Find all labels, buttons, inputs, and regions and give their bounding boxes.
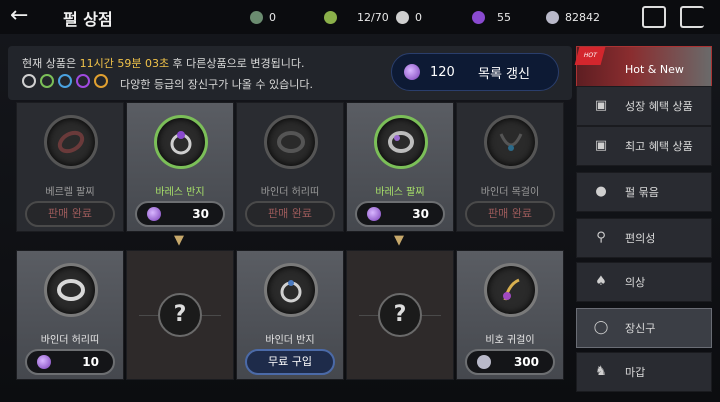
potion-icon: ⚲ bbox=[596, 230, 606, 245]
sidebar-item-horse-armor[interactable]: ♞ 마갑 bbox=[576, 352, 712, 392]
sidebar-item-pearls[interactable]: ● 펄 묶음 bbox=[576, 172, 712, 212]
purple-pearl-icon bbox=[367, 207, 381, 221]
item-card[interactable]: 바인더 반지 무료 구입 bbox=[236, 250, 344, 380]
item-card[interactable]: 바인더 허리띠 판매 완료 bbox=[236, 102, 344, 232]
sidebar-item-accessory[interactable]: ◯ 장신구 bbox=[576, 308, 712, 348]
silver-icon bbox=[546, 10, 559, 24]
item-name: 베르렐 팔찌 bbox=[45, 187, 95, 198]
item-name: 바레스 팔찌 bbox=[375, 187, 425, 198]
down-arrow-icon: ▼ bbox=[394, 233, 404, 248]
box-icon: ▣ bbox=[594, 138, 608, 153]
item-card[interactable]: 비호 귀걸이 300 bbox=[456, 250, 564, 380]
grade-ring-icon bbox=[58, 74, 72, 88]
belt-icon bbox=[44, 263, 98, 317]
grade-ring-icon bbox=[22, 74, 36, 88]
item-card[interactable]: 바인더 목걸이 판매 완료 bbox=[456, 102, 564, 232]
question-mark-icon: ? bbox=[158, 293, 202, 337]
costume-icon: ♠ bbox=[595, 274, 607, 289]
grade-notice-text: 다양한 등급의 장신구가 나올 수 있습니다. bbox=[120, 78, 314, 91]
hot-new-label: Hot & New bbox=[625, 63, 684, 76]
buy-silver-button[interactable]: 300 bbox=[465, 349, 555, 375]
grade-ring-icon bbox=[94, 74, 108, 88]
belt-icon bbox=[264, 115, 318, 169]
ring-icon bbox=[264, 263, 318, 317]
pearl-icon bbox=[396, 10, 409, 24]
leaf-coin-icon bbox=[324, 10, 337, 24]
green-stone-icon bbox=[250, 10, 263, 24]
refresh-cost: 120 bbox=[430, 64, 455, 80]
currency-pearl: 0 bbox=[396, 8, 422, 26]
purple-pearl-icon bbox=[37, 355, 51, 369]
sold-out-badge: 판매 완료 bbox=[25, 201, 115, 227]
currency-silver: 82842 bbox=[546, 8, 600, 26]
sidebar-item-best[interactable]: ▣ 최고 혜택 상품 bbox=[576, 126, 712, 166]
item-card[interactable]: 바레스 팔찌 30 bbox=[346, 102, 454, 232]
buy-price-button[interactable]: 30 bbox=[135, 201, 225, 227]
horse-icon: ♞ bbox=[595, 364, 607, 379]
exit-icon[interactable] bbox=[680, 6, 704, 28]
box-icon: ▣ bbox=[594, 98, 608, 113]
sidebar-item-convenience[interactable]: ⚲ 편의성 bbox=[576, 218, 712, 258]
grade-ring-icon bbox=[76, 74, 90, 88]
sold-out-badge: 판매 완료 bbox=[245, 201, 335, 227]
sold-out-badge: 판매 완료 bbox=[465, 201, 555, 227]
item-name: 바인더 반지 bbox=[265, 335, 315, 346]
hot-new-tab[interactable]: HOT Hot & New bbox=[574, 46, 712, 90]
item-name: 바인더 허리띠 bbox=[40, 335, 100, 346]
item-card[interactable]: 바인더 허리띠 10 bbox=[16, 250, 124, 380]
earring-icon bbox=[484, 263, 538, 317]
currency-green-stone: 0 bbox=[250, 8, 276, 26]
buy-price-button[interactable]: 30 bbox=[355, 201, 445, 227]
top-bar: ← 펄 상점 0 12/70 0 55 82842 bbox=[0, 0, 720, 34]
ring-icon: ◯ bbox=[593, 320, 609, 335]
inventory-icon[interactable] bbox=[642, 6, 666, 28]
page-title: 펄 상점 bbox=[63, 10, 113, 29]
notice-panel: 현재 상품은 11시간 59분 03초 후 다른상품으로 변경됩니다. 다양한 … bbox=[8, 46, 572, 100]
currency-leaf-coin: 12/70 bbox=[324, 8, 389, 26]
necklace-icon bbox=[484, 115, 538, 169]
shop-screen: { "header":{"title":"펄 상점"}, "currencies… bbox=[0, 0, 720, 402]
grade-rings bbox=[22, 74, 108, 88]
pearls-icon: ● bbox=[595, 184, 607, 199]
item-name: 바레스 반지 bbox=[155, 187, 205, 198]
purple-pearl-icon bbox=[147, 207, 161, 221]
currency-purple-pearl: 55 bbox=[472, 8, 511, 26]
question-mark-icon: ? bbox=[378, 293, 422, 337]
buy-price-button[interactable]: 10 bbox=[25, 349, 115, 375]
bracelet-icon bbox=[374, 115, 428, 169]
down-arrow-icon: ▼ bbox=[174, 233, 184, 248]
locked-item-card: ? bbox=[126, 250, 234, 380]
sidebar-item-growth[interactable]: ▣ 성장 혜택 상품 bbox=[576, 86, 712, 126]
item-card[interactable]: 바레스 반지 30 bbox=[126, 102, 234, 232]
free-purchase-button[interactable]: 무료 구입 bbox=[245, 349, 335, 375]
silver-icon bbox=[477, 355, 491, 369]
sidebar-item-costume[interactable]: ♠ 의상 bbox=[576, 262, 712, 302]
category-sidebar: HOT Hot & New ▣ 성장 혜택 상품 ▣ 최고 혜택 상품 ● 펄 묶음 … bbox=[574, 46, 712, 402]
item-name: 바인더 목걸이 bbox=[480, 187, 540, 198]
notice-text: 현재 상품은 11시간 59분 03초 후 다른상품으로 변경됩니다. bbox=[22, 57, 305, 70]
purple-pearl-icon bbox=[472, 10, 485, 24]
ring-icon bbox=[154, 115, 208, 169]
item-name: 바인더 허리띠 bbox=[260, 187, 320, 198]
back-arrow-icon[interactable]: ← bbox=[10, 5, 38, 28]
purple-pearl-icon bbox=[404, 64, 420, 80]
locked-item-card: ? bbox=[346, 250, 454, 380]
bracelet-icon bbox=[44, 115, 98, 169]
hot-badge: HOT bbox=[574, 47, 606, 65]
grade-ring-icon bbox=[40, 74, 54, 88]
item-card[interactable]: 베르렐 팔찌 판매 완료 bbox=[16, 102, 124, 232]
refresh-list-button[interactable]: 120 목록 갱신 bbox=[391, 53, 559, 91]
item-name: 비호 귀걸이 bbox=[485, 335, 535, 346]
refresh-label: 목록 갱신 bbox=[478, 66, 530, 82]
